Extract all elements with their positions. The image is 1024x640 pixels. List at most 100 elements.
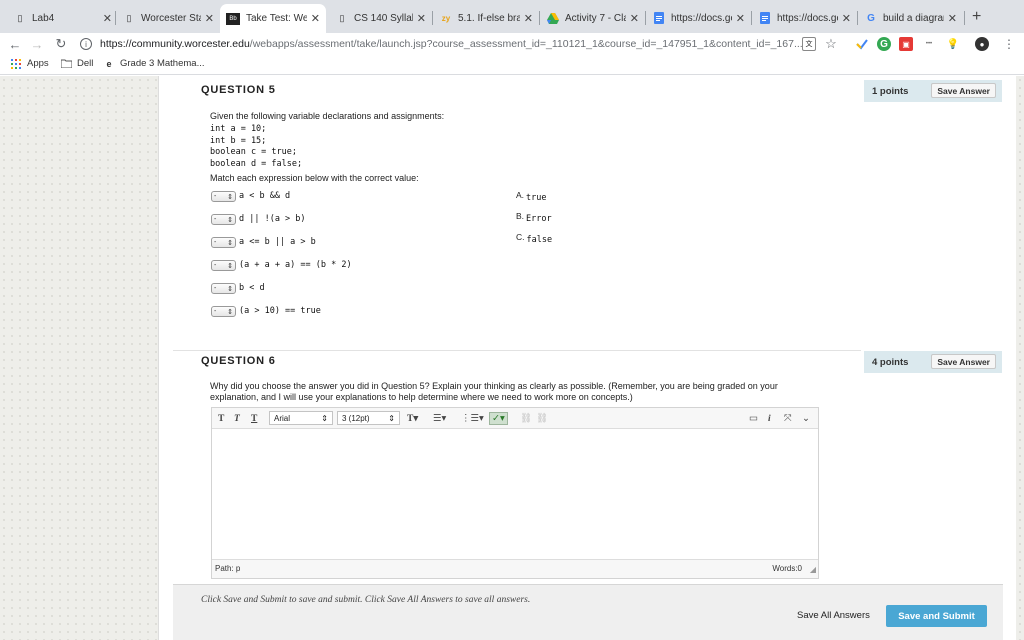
unlink-icon[interactable]: ⛓ (536, 412, 548, 425)
url-host: https://community.worcester.edu (100, 38, 250, 50)
tab-strip: ▯ Lab4 ✕ ▯ Worcester Stat ✕ Bb Take Test… (0, 0, 1024, 33)
match-row: - ⇕ (a + a + a) == (b * 2) (211, 260, 352, 272)
question-5-intro: Given the following variable declaration… (210, 111, 445, 121)
doc-icon: ▯ (339, 12, 345, 23)
docs-icon (653, 12, 665, 24)
tab-activity-7[interactable]: Activity 7 - Cla ✕ (541, 5, 645, 31)
question-6-title: QUESTION 6 (201, 355, 276, 367)
info-icon[interactable]: i (80, 38, 92, 50)
screencast-icon[interactable]: ▣ (899, 37, 913, 51)
tab-lab4[interactable]: ▯ Lab4 ✕ (8, 5, 118, 31)
answer-option-c: C. false (516, 232, 553, 245)
bookmarks-bar: Apps Dell e Grade 3 Mathema... (0, 55, 1024, 75)
resize-handle-icon[interactable]: ◢ (810, 565, 816, 574)
save-answer-button-q6[interactable]: Save Answer (931, 354, 996, 369)
font-size-select[interactable]: 3 (12pt) ⇕ (337, 411, 400, 425)
text-italic-icon[interactable]: T (234, 412, 240, 425)
zybooks-icon: zy (441, 13, 451, 23)
match-row: - ⇕ a < b && d (211, 191, 290, 203)
save-all-answers-button[interactable]: Save All Answers (797, 610, 870, 621)
spellcheck-icon[interactable]: ✓▾ (489, 412, 508, 425)
extension-icon[interactable] (855, 37, 869, 51)
doc-icon: ▯ (126, 12, 132, 23)
close-icon[interactable]: ✕ (103, 12, 112, 25)
lightbulb-icon[interactable]: 💡 (946, 37, 960, 51)
bookmark-dell[interactable]: Dell (60, 58, 93, 69)
text-bold-icon[interactable]: T (218, 412, 224, 425)
save-answer-button-q5[interactable]: Save Answer (931, 83, 996, 98)
font-family-select[interactable]: Arial ⇕ (269, 411, 333, 425)
word-count: Words:0 (772, 564, 802, 573)
editor-status-bar: Path: p Words:0 ◢ (212, 559, 818, 578)
match-row: - ⇕ (a > 10) == true (211, 306, 321, 318)
bullet-list-icon[interactable]: ☰▾ (433, 412, 446, 425)
variable-declarations: int a = 10; int b = 15; boolean c = true… (210, 124, 303, 169)
divider (173, 350, 861, 351)
translate-icon[interactable]: 文 (802, 37, 816, 51)
google-icon: G (867, 12, 875, 24)
close-icon[interactable]: ✕ (736, 12, 745, 25)
site-icon: e (106, 58, 112, 69)
link-icon[interactable]: ⛓ (520, 412, 532, 425)
fullscreen-icon[interactable]: ⤧ (784, 412, 792, 425)
close-icon[interactable]: ✕ (417, 12, 426, 25)
match-select[interactable]: - ⇕ (211, 237, 236, 249)
address-bar[interactable]: i https://community.worcester.edu/webapp… (80, 34, 850, 54)
tab-worcester-stat[interactable]: ▯ Worcester Stat ✕ (117, 5, 220, 31)
blackboard-icon: Bb (226, 12, 240, 25)
tab-if-else[interactable]: zy 5.1. If-else bra ✕ (434, 5, 539, 31)
select-arrows-icon: ⇕ (227, 216, 233, 224)
info-icon[interactable]: i (768, 412, 771, 425)
tab-take-test[interactable]: Bb Take Test: Wee ✕ (220, 4, 326, 33)
question-6-points-box: 4 points Save Answer (864, 351, 1002, 373)
back-icon[interactable]: ← (6, 33, 24, 55)
bookmark-apps[interactable]: Apps (10, 58, 49, 69)
close-icon[interactable]: ✕ (630, 12, 639, 25)
numbered-list-icon[interactable]: ⋮☰▾ (461, 412, 484, 425)
new-tab-icon[interactable]: + (972, 8, 981, 26)
menu-icon[interactable]: ⋮ (1002, 37, 1016, 51)
question-6-points: 4 points (872, 356, 909, 368)
folder-icon (60, 59, 72, 69)
answer-textarea[interactable] (212, 429, 818, 559)
extension-icon[interactable]: ••• (922, 37, 936, 51)
page-background: QUESTION 5 1 points Save Answer Given th… (0, 76, 1024, 640)
editor-toolbar: T T T Arial ⇕ 3 (12pt) ⇕ T▾ ☰▾ ⋮☰▾ ✓▾ ⛓ ⛓ … (212, 408, 818, 429)
match-select[interactable]: - ⇕ (211, 214, 236, 226)
tab-docs-2[interactable]: https://docs.go ✕ (753, 5, 857, 31)
reload-icon[interactable]: ↻ (52, 33, 70, 55)
preview-icon[interactable]: ▭ (749, 412, 758, 425)
tab-docs-1[interactable]: https://docs.go ✕ (647, 5, 751, 31)
match-select[interactable]: - ⇕ (211, 283, 236, 295)
close-icon[interactable]: ✕ (842, 12, 851, 25)
tab-cs140-syllabus[interactable]: ▯ CS 140 Syllabu ✕ (330, 5, 432, 31)
text-format-icon[interactable]: T▾ (407, 412, 418, 425)
close-icon[interactable]: ✕ (205, 12, 214, 25)
close-icon[interactable]: ✕ (948, 12, 957, 25)
select-arrows-icon: ⇕ (388, 413, 395, 423)
question-5-instruction: Match each expression below with the cor… (210, 173, 419, 183)
forward-icon[interactable]: → (28, 33, 46, 55)
close-icon[interactable]: ✕ (311, 12, 320, 25)
match-select[interactable]: - ⇕ (211, 306, 236, 318)
expand-toolbar-icon[interactable]: ⌄ (802, 412, 810, 425)
match-row: - ⇕ a <= b || a > b (211, 237, 316, 249)
avatar[interactable]: ● (975, 37, 989, 51)
close-icon[interactable]: ✕ (524, 12, 533, 25)
answer-option-a: A. true (516, 190, 547, 203)
tab-build-diagram[interactable]: G build a diagram ✕ (859, 5, 963, 31)
answer-option-b: B. Error (516, 211, 552, 224)
answer-editor: T T T Arial ⇕ 3 (12pt) ⇕ T▾ ☰▾ ⋮☰▾ ✓▾ ⛓ ⛓ … (211, 407, 819, 579)
select-arrows-icon: ⇕ (227, 239, 233, 247)
star-icon[interactable]: ☆ (824, 36, 838, 51)
save-and-submit-button[interactable]: Save and Submit (886, 605, 987, 627)
bookmark-grade3-math[interactable]: e Grade 3 Mathema... (103, 58, 204, 69)
browser-toolbar: ← → ↻ i https://community.worcester.edu/… (0, 33, 1024, 55)
grammarly-icon[interactable]: G (877, 37, 891, 51)
match-select[interactable]: - ⇕ (211, 191, 236, 203)
submit-instructions: Click Save and Submit to save and submit… (201, 595, 531, 605)
select-arrows-icon: ⇕ (227, 308, 233, 316)
text-underline-icon[interactable]: T (251, 412, 257, 425)
select-arrows-icon: ⇕ (321, 413, 328, 423)
match-select[interactable]: - ⇕ (211, 260, 236, 272)
